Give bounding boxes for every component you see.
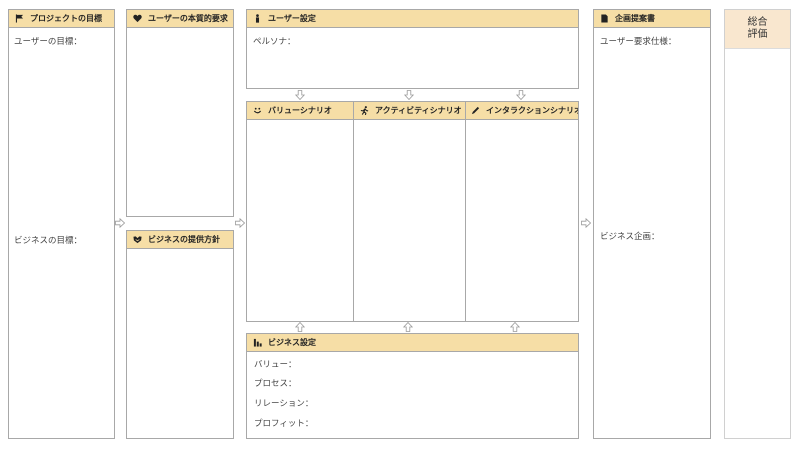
user-needs-panel: ユーザーの本質的要求 bbox=[126, 9, 234, 217]
arrow-right-icon bbox=[235, 218, 245, 228]
user-goal-label: ユーザーの目標： bbox=[14, 37, 82, 47]
activity-scenario-title: アクティビティシナリオ bbox=[375, 106, 462, 115]
proposal-header: 企画提案書 bbox=[594, 10, 710, 28]
business-policy-panel: ビジネスの提供方針 bbox=[126, 230, 234, 439]
flag-icon bbox=[14, 14, 24, 24]
handshake-icon bbox=[132, 235, 142, 245]
value-scenario-title: バリューシナリオ bbox=[268, 106, 332, 115]
evaluation-line1: 総合 bbox=[747, 17, 768, 28]
evaluation-line2: 評価 bbox=[747, 29, 768, 40]
person-icon bbox=[252, 14, 262, 24]
project-goal-panel: プロジェクトの目標 ユーザーの目標： ビジネスの目標： bbox=[8, 9, 115, 439]
business-settings-header: ビジネス設定 bbox=[247, 334, 578, 352]
document-icon bbox=[599, 14, 609, 24]
business-goal-label: ビジネスの目標： bbox=[14, 236, 83, 246]
business-settings-title: ビジネス設定 bbox=[268, 338, 316, 347]
bar-chart-icon bbox=[252, 338, 262, 348]
user-settings-header: ユーザー設定 bbox=[247, 10, 578, 28]
heart-icon bbox=[132, 14, 142, 24]
arrow-right-icon bbox=[115, 218, 125, 228]
bs-process-label: プロセス： bbox=[254, 379, 297, 389]
proposal-panel: 企画提案書 ユーザー要求仕様： ビジネス企画： bbox=[593, 9, 711, 439]
business-policy-title: ビジネスの提供方針 bbox=[148, 235, 220, 244]
bs-value-label: バリュー： bbox=[254, 360, 297, 370]
pencil-icon bbox=[471, 106, 480, 116]
value-scenario-panel: バリューシナリオ bbox=[246, 101, 354, 322]
arrow-down-icon bbox=[516, 90, 526, 100]
business-policy-header: ビジネスの提供方針 bbox=[127, 231, 233, 249]
interaction-scenario-title: インタラクションシナリオ bbox=[486, 106, 578, 115]
arrow-up-icon bbox=[295, 322, 305, 332]
arrow-up-icon bbox=[403, 322, 413, 332]
project-goal-header: プロジェクトの目標 bbox=[9, 10, 114, 28]
persona-label: ペルソナ： bbox=[253, 37, 296, 47]
business-plan-label: ビジネス企画： bbox=[600, 232, 660, 242]
activity-scenario-header: アクティビティシナリオ bbox=[354, 102, 465, 120]
arrow-up-icon bbox=[510, 322, 520, 332]
evaluation-header: 総合 評価 bbox=[725, 10, 790, 49]
arrow-right-icon bbox=[581, 218, 591, 228]
arrow-down-icon bbox=[295, 90, 305, 100]
user-needs-header: ユーザーの本質的要求 bbox=[127, 10, 233, 28]
smile-icon bbox=[252, 106, 262, 116]
business-settings-panel: ビジネス設定 バリュー： プロセス： リレーション： プロフィット： bbox=[246, 333, 579, 439]
interaction-scenario-panel: インタラクションシナリオ bbox=[465, 101, 579, 322]
bs-profit-label: プロフィット： bbox=[254, 419, 314, 429]
user-spec-label: ユーザー要求仕様： bbox=[600, 37, 677, 47]
project-goal-title: プロジェクトの目標 bbox=[30, 14, 102, 23]
user-settings-panel: ユーザー設定 ペルソナ： bbox=[246, 9, 579, 89]
proposal-title: 企画提案書 bbox=[615, 14, 655, 23]
interaction-scenario-header: インタラクションシナリオ bbox=[466, 102, 578, 120]
arrow-down-icon bbox=[404, 90, 414, 100]
bs-relation-label: リレーション： bbox=[254, 399, 314, 409]
running-icon bbox=[359, 106, 369, 116]
user-needs-title: ユーザーの本質的要求 bbox=[148, 14, 228, 23]
user-settings-title: ユーザー設定 bbox=[268, 14, 316, 23]
value-scenario-header: バリューシナリオ bbox=[247, 102, 353, 120]
activity-scenario-panel: アクティビティシナリオ bbox=[353, 101, 466, 322]
evaluation-panel: 総合 評価 bbox=[724, 9, 791, 439]
